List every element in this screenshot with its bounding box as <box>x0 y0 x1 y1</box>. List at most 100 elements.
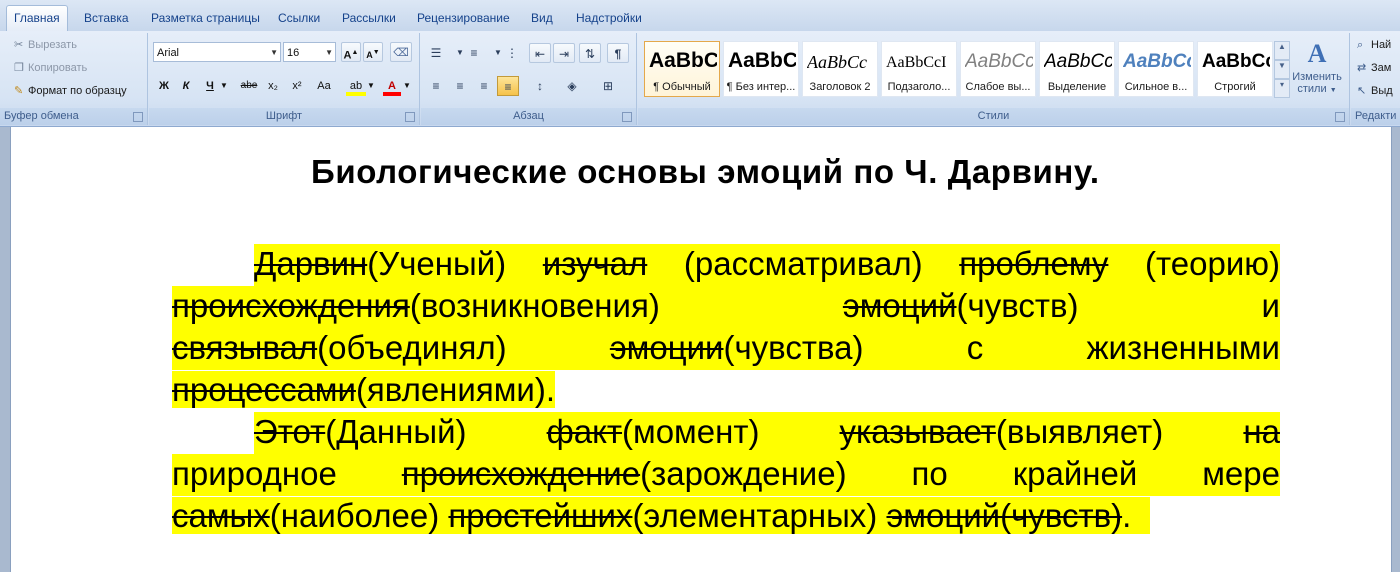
font-dialog-launcher[interactable] <box>405 112 415 122</box>
style-no-spacing[interactable]: AaBbC ¶ Без интер... <box>723 41 799 97</box>
style-sample: AaBbC <box>649 49 717 72</box>
struck-word: связывал <box>172 329 318 366</box>
struck-word: эмоций <box>842 287 957 324</box>
style-name: Заголовок 2 <box>809 81 871 93</box>
struck-word: факт <box>546 413 623 450</box>
shrink-font-button[interactable]: A▼ <box>363 42 383 62</box>
increase-indent-icon[interactable]: ⇥ <box>553 43 575 63</box>
change-styles-button[interactable]: A Изменить стили ▼ <box>1288 37 1346 105</box>
cut-button[interactable]: ✂ Вырезать <box>14 36 77 54</box>
font-size-combo[interactable]: 16 ▼ <box>283 42 336 62</box>
brush-icon: ✎ <box>14 85 24 97</box>
replacement-word: (объединял) <box>317 329 507 366</box>
decrease-indent-icon[interactable]: ⇤ <box>529 43 551 63</box>
style-sample: AaBbCcI <box>886 54 947 71</box>
superscript-button[interactable]: x² <box>287 76 307 96</box>
replacement-word: (наиболее) <box>269 497 440 534</box>
paragraph-2-line-1: Этот(Данный) факт(момент) указывает(выяв… <box>254 412 1280 454</box>
tab-home[interactable]: Главная <box>6 5 68 32</box>
tab-addins[interactable]: Надстройки <box>569 8 649 30</box>
style-subtle-emphasis[interactable]: AaBbCc Слабое вы... <box>960 41 1036 97</box>
font-color-button[interactable]: A <box>383 76 401 96</box>
align-right-icon[interactable]: ≡ <box>473 76 495 96</box>
bold-button[interactable]: Ж <box>155 76 173 96</box>
replacement-word: (чувства) <box>723 329 864 366</box>
scissors-icon: ✂ <box>14 39 24 51</box>
struck-word: эмоции <box>609 329 724 366</box>
style-name: Выделение <box>1047 81 1107 93</box>
replacement-word: (явлениями). <box>355 371 555 408</box>
ribbon: ✂ Вырезать ❐ Копировать ✎ Формат по образцу… <box>0 31 1400 127</box>
subscript-button[interactable]: x₂ <box>263 76 283 96</box>
align-left-icon[interactable]: ≡ <box>425 76 447 96</box>
chevron-down-icon[interactable]: ▼ <box>219 76 229 96</box>
clear-formatting-button[interactable]: ⌫ <box>390 42 412 62</box>
replacement-word: (момент) <box>622 413 760 450</box>
paragraph-1-line-1: Дарвин(Ученый) изучал (рассматривал) про… <box>254 244 1280 286</box>
format-painter-button[interactable]: ✎ Формат по образцу <box>14 82 127 100</box>
style-subtitle[interactable]: AaBbCcI Подзаголо... <box>881 41 957 97</box>
chevron-down-icon[interactable]: ▼ <box>367 76 375 96</box>
shading-icon[interactable]: ◈ <box>561 76 583 96</box>
multilevel-list-icon[interactable]: ⋮ <box>501 43 523 63</box>
style-normal[interactable]: AaBbC ¶ Обычный <box>644 41 720 97</box>
font-name-combo[interactable]: Arial ▼ <box>153 42 281 62</box>
chevron-down-icon[interactable]: ▼ <box>403 76 411 96</box>
struck-word: эмоций(чувств) <box>886 497 1123 534</box>
font-name-value: Arial <box>157 47 180 59</box>
clipboard-dialog-launcher[interactable] <box>133 112 143 122</box>
grow-font-button[interactable]: A▲ <box>341 42 361 62</box>
style-heading-2[interactable]: AaBbCc Заголовок 2 <box>802 41 878 97</box>
italic-button[interactable]: К <box>177 76 195 96</box>
editing-group: ⌕ Най ⇄ Зам ↖ Выд Редакти <box>1351 33 1400 125</box>
change-case-button[interactable]: Aa <box>313 76 335 96</box>
align-center-icon[interactable]: ≡ <box>449 76 471 96</box>
style-emphasis[interactable]: AaBbCc Выделение <box>1039 41 1115 97</box>
style-name: ¶ Без интер... <box>726 81 796 93</box>
styles-dialog-launcher[interactable] <box>1335 112 1345 122</box>
paragraph-1-line-4: процессами(явлениями). <box>172 370 1280 412</box>
tab-references[interactable]: Ссылки <box>271 8 327 30</box>
style-sample: AaBbCc <box>965 51 1033 72</box>
replace-button[interactable]: ⇄ Зам <box>1357 59 1391 77</box>
style-strong[interactable]: AaBbCc Строгий <box>1197 41 1273 97</box>
find-button[interactable]: ⌕ Най <box>1357 36 1391 54</box>
bullets-icon[interactable]: ☰ <box>425 43 447 63</box>
select-button[interactable]: ↖ Выд <box>1357 82 1393 100</box>
struck-word: простейших <box>448 497 633 534</box>
strikethrough-button[interactable]: abe <box>237 76 261 96</box>
highlight-color-button[interactable]: ab <box>346 76 366 96</box>
cut-label: Вырезать <box>28 39 77 51</box>
clipboard-group-label: Буфер обмена <box>0 108 147 125</box>
paragraph-dialog-launcher[interactable] <box>622 112 632 122</box>
tab-insert[interactable]: Вставка <box>77 8 136 30</box>
style-intense-emphasis[interactable]: AaBbCc Сильное в... <box>1118 41 1194 97</box>
copy-button[interactable]: ❐ Копировать <box>14 59 87 77</box>
sort-icon[interactable]: ⇅ <box>579 43 601 63</box>
chevron-down-icon: ▼ <box>1329 87 1337 94</box>
paragraph-group-label: Абзац <box>421 108 636 125</box>
show-formatting-button[interactable]: ¶ <box>607 43 629 63</box>
binoculars-icon: ⌕ <box>1357 39 1364 51</box>
plain-word: природное <box>172 455 337 492</box>
borders-icon[interactable]: ⊞ <box>597 76 619 96</box>
tab-page-layout[interactable]: Разметка страницы <box>144 8 267 30</box>
underline-button[interactable]: Ч <box>201 76 219 96</box>
style-name: Сильное в... <box>1124 81 1188 93</box>
replace-label: Зам <box>1371 62 1392 74</box>
change-styles-icon: A <box>1307 39 1327 68</box>
find-label: Най <box>1371 39 1392 51</box>
tab-view[interactable]: Вид <box>524 8 560 30</box>
replacement-word: (возникновения) <box>409 287 660 324</box>
tab-review[interactable]: Рецензирование <box>410 8 517 30</box>
font-group: Arial ▼ 16 ▼ A▲ A▼ ⌫ Ж К Ч ▼ abe x₂ x² Aa … <box>149 33 420 125</box>
numbering-icon[interactable]: ≡ <box>463 43 485 63</box>
plain-word: . <box>1122 497 1132 534</box>
document-area: Биологические основы эмоций по Ч. Дарвин… <box>0 127 1400 572</box>
justify-icon[interactable]: ≡ <box>497 76 519 96</box>
change-styles-label-text: стили <box>1297 83 1327 95</box>
editing-group-label: Редакти <box>1351 108 1400 125</box>
line-spacing-icon[interactable]: ↕ <box>529 76 551 96</box>
tab-mailings[interactable]: Рассылки <box>335 8 403 30</box>
replacement-word: (элементарных) <box>632 497 878 534</box>
